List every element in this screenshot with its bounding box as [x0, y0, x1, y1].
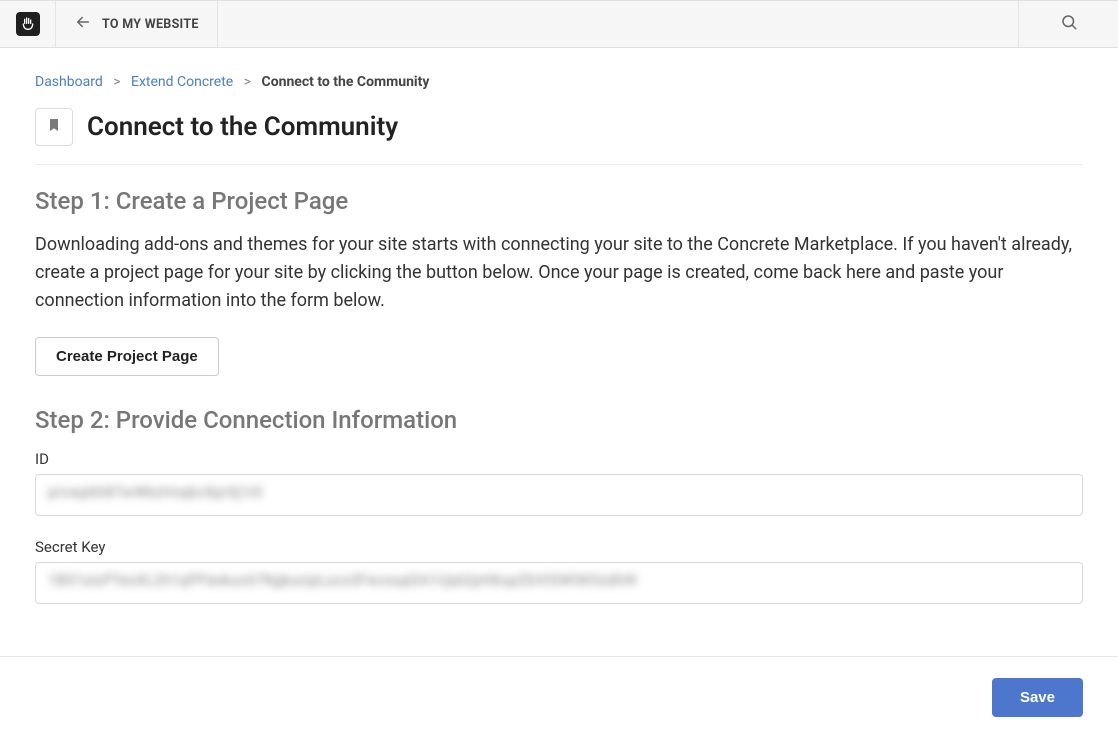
title-row: Connect to the Community [35, 108, 1083, 165]
id-input[interactable]: prvwpbh87wWkzHvqbcXprXj1r0 [35, 474, 1083, 516]
secret-field-row: Secret Key 1B01sioPTeoXL2h1qPPaskuc67Ngk… [35, 538, 1083, 604]
bookmark-icon [46, 115, 62, 139]
save-button[interactable]: Save [992, 678, 1083, 717]
create-project-page-button[interactable]: Create Project Page [35, 337, 219, 376]
back-to-site-button[interactable]: TO MY WEBSITE [56, 1, 218, 47]
step2-heading: Step 2: Provide Connection Information [35, 406, 1083, 434]
footer: Save [0, 656, 1118, 738]
topbar: TO MY WEBSITE [0, 0, 1118, 48]
step1-body: Downloading add-ons and themes for your … [35, 231, 1083, 315]
id-value: prvwpbh87wWkzHvqbcXprXj1r0 [48, 483, 262, 501]
arrow-left-icon [74, 13, 92, 35]
bookmark-button[interactable] [35, 108, 73, 146]
search-icon [1060, 13, 1078, 35]
topbar-spacer [218, 1, 1018, 47]
logo-icon [16, 12, 40, 36]
breadcrumb-separator: > [244, 74, 251, 90]
breadcrumb-extend[interactable]: Extend Concrete [131, 74, 233, 90]
breadcrumb-dashboard[interactable]: Dashboard [35, 74, 103, 90]
id-field-row: ID prvwpbh87wWkzHvqbcXprXj1r0 [35, 450, 1083, 516]
breadcrumb-separator: > [113, 74, 120, 90]
page-title: Connect to the Community [87, 112, 398, 142]
secret-input[interactable]: 1B01sioPTeoXL2h1qPPaskuc67NgkucipLucs3Fw… [35, 562, 1083, 604]
back-label: TO MY WEBSITE [102, 17, 199, 32]
breadcrumb-current: Connect to the Community [262, 74, 430, 90]
secret-label: Secret Key [35, 538, 1083, 556]
step1-heading: Step 1: Create a Project Page [35, 187, 1083, 215]
logo-cell[interactable] [0, 1, 56, 47]
content: Dashboard > Extend Concrete > Connect to… [0, 48, 1118, 604]
id-label: ID [35, 450, 1083, 468]
breadcrumb: Dashboard > Extend Concrete > Connect to… [35, 64, 1083, 108]
search-button[interactable] [1018, 1, 1118, 47]
secret-value: 1B01sioPTeoXL2h1qPPaskuc67NgkucipLucs3Fw… [48, 571, 637, 589]
